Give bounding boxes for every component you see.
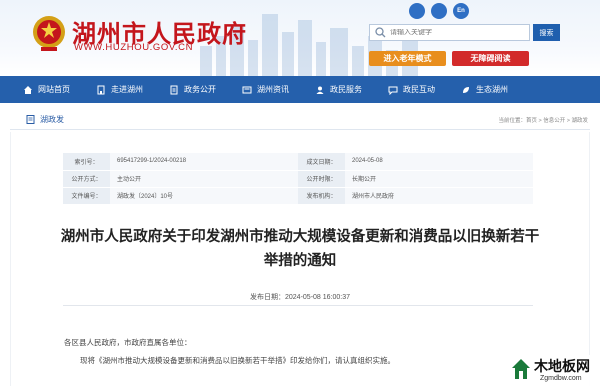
- top-icon-group: En: [409, 3, 469, 19]
- nav-item-services[interactable]: 政民服务: [302, 76, 375, 103]
- nav-item-label: 走进湖州: [111, 85, 143, 94]
- publish-date: 发布日期：2024-05-08 16:00:37: [250, 294, 350, 301]
- breadcrumb-title[interactable]: 湖政发: [40, 114, 64, 125]
- nav-item-ecology[interactable]: 生态湖州: [448, 76, 521, 103]
- weibo-icon[interactable]: [431, 3, 447, 19]
- meta-label: 公开时限：: [298, 170, 345, 188]
- table-row: 文件编号： 湖政发〔2024〕10号 发布机构： 湖州市人民政府: [63, 187, 533, 205]
- meta-label: 发布机构：: [298, 187, 345, 205]
- nav-item-label: 政务公开: [184, 85, 216, 94]
- meta-label: 成文日期：: [298, 153, 345, 171]
- national-emblem-logo: [33, 16, 65, 51]
- breadcrumb-path[interactable]: 当前位置：首页 > 信息公开 > 湖政发: [498, 116, 588, 124]
- site-domain: WWW.HUZHOU.GOV.CN: [74, 42, 194, 53]
- nav-item-label: 生态湖州: [476, 85, 508, 94]
- service-icon: [316, 86, 324, 94]
- main-nav: 网站首页 走进湖州 政务公开 湖州资讯 政民服务 政民互动 生态湖州: [0, 76, 600, 103]
- search-box: [369, 24, 530, 41]
- house-logo-icon: [512, 359, 530, 379]
- meta-value: 2024-05-08: [345, 153, 533, 171]
- meta-label: 文件编号：: [63, 187, 110, 205]
- search-icon: [375, 27, 386, 38]
- meta-value: 湖州市人民政府: [345, 187, 533, 205]
- nav-item-label: 政民服务: [330, 85, 362, 94]
- site-header: 湖州市人民政府 WWW.HUZHOU.GOV.CN En 搜索 进入老年模式 无…: [0, 0, 600, 76]
- meta-label: 公开方式：: [63, 170, 110, 188]
- leaf-icon: [463, 86, 469, 93]
- meta-value: 湖政发〔2024〕10号: [110, 187, 298, 205]
- meta-value: 主动公开: [110, 170, 298, 188]
- nav-item-label: 网站首页: [38, 85, 70, 94]
- accessibility-button[interactable]: 无障碍阅读: [452, 51, 529, 66]
- watermark-url: Zgmdbw.com: [540, 375, 582, 382]
- document-icon: [170, 85, 178, 94]
- nav-item-home[interactable]: 网站首页: [10, 76, 83, 103]
- document-salutation: 各区县人民政府，市政府直属各单位：: [64, 338, 192, 347]
- nav-item-label: 政民互动: [403, 85, 435, 94]
- search-input[interactable]: [390, 29, 520, 36]
- elder-mode-button[interactable]: 进入老年模式: [369, 51, 446, 66]
- building-icon: [97, 85, 105, 94]
- nav-item-news[interactable]: 湖州资讯: [229, 76, 302, 103]
- document-meta-table: 索引号： 695417299-1/2024-00218 成文日期： 2024-0…: [63, 153, 533, 205]
- document-title-line: 湖州市人民政府关于印发湖州市推动大规模设备更新和消费品以旧换新若干: [60, 229, 540, 245]
- nav-item-about[interactable]: 走进湖州: [83, 76, 156, 103]
- home-icon: [24, 85, 32, 94]
- document-body-paragraph: 现将《湖州市推动大规模设备更新和消费品以旧换新若干举措》印发给你们，请认真组织实…: [80, 356, 395, 365]
- meta-label: 索引号：: [63, 153, 110, 171]
- document-title-line: 举措的通知: [263, 253, 337, 269]
- document-title: 湖州市人民政府关于印发湖州市推动大规模设备更新和消费品以旧换新若干 举措的通知: [50, 225, 550, 273]
- table-row: 公开方式： 主动公开 公开时限： 长期公开: [63, 170, 533, 188]
- search-button[interactable]: 搜索: [533, 24, 560, 41]
- document-icon: [26, 115, 35, 124]
- table-row: 索引号： 695417299-1/2024-00218 成文日期： 2024-0…: [63, 153, 533, 171]
- watermark-text: 木地板网: [534, 358, 590, 374]
- english-icon[interactable]: En: [453, 3, 469, 19]
- wechat-icon[interactable]: [409, 3, 425, 19]
- news-icon: [242, 86, 252, 93]
- divider: [63, 305, 533, 306]
- nav-item-interaction[interactable]: 政民互动: [375, 76, 448, 103]
- nav-item-gov-affairs[interactable]: 政务公开: [156, 76, 229, 103]
- nav-item-label: 湖州资讯: [257, 85, 289, 94]
- meta-value: 695417299-1/2024-00218: [110, 153, 298, 171]
- meta-value: 长期公开: [345, 170, 533, 188]
- chat-icon: [388, 86, 398, 95]
